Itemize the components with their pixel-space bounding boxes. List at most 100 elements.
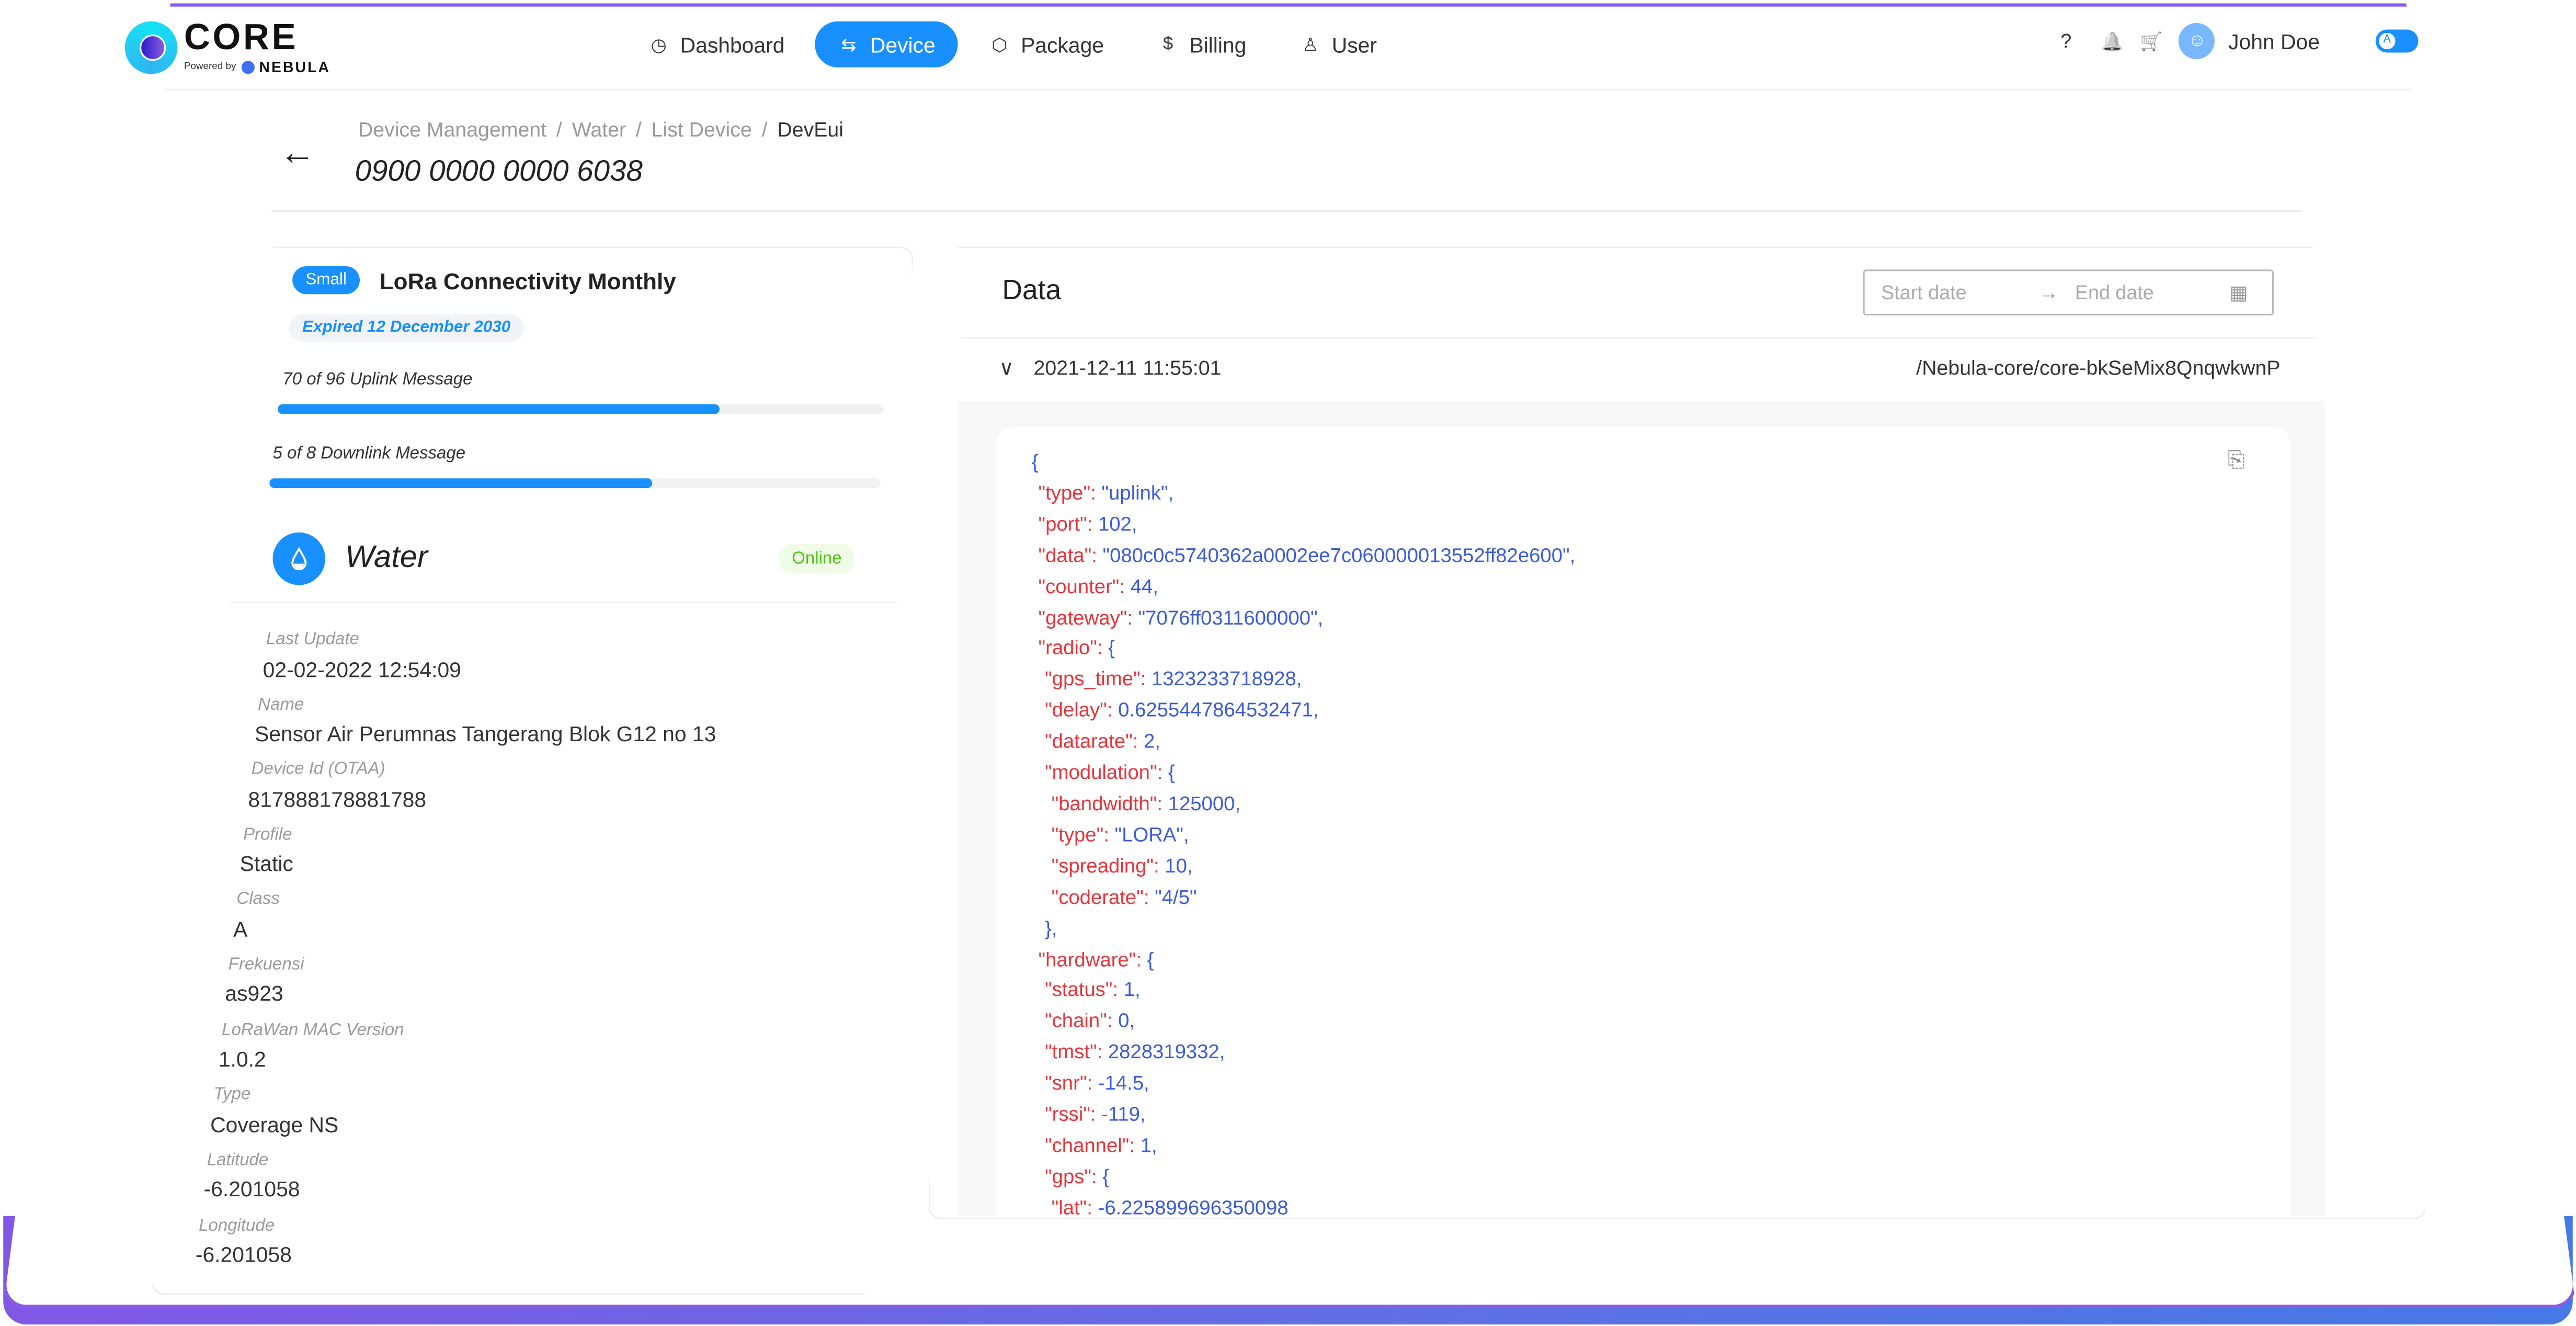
logo-subtitle: Powered by NEBULA (184, 59, 331, 76)
payload-punct: , (1129, 1009, 1135, 1033)
payload-colon: : (1119, 574, 1131, 598)
payload-punct: , (1144, 1071, 1149, 1095)
dashboard-icon: ◷ (651, 35, 667, 55)
payload-colon: : (1157, 761, 1168, 784)
payload-key: "counter" (1038, 574, 1120, 598)
data-panel-title: Data (1002, 274, 1062, 306)
water-drop-icon (272, 532, 326, 585)
payload-punct: , (1152, 1134, 1157, 1157)
user-menu[interactable]: ☺ John Doe (2179, 22, 2320, 60)
payload-colon: : (1127, 605, 1138, 629)
field-label: Type (213, 1084, 251, 1105)
payload-punct: , (1183, 823, 1189, 846)
copy-icon[interactable]: ⎘ (2228, 447, 2245, 473)
breadcrumb-device-management[interactable]: Device Management (358, 118, 546, 141)
header-tools: ? 🔔 🛒 ☺ John Doe (2060, 22, 2419, 60)
payload-punct: , (1131, 512, 1137, 536)
payload-colon: : (1097, 1040, 1108, 1064)
payload-line: { (1032, 447, 1575, 478)
payload-line: "tmst": 2828319332, (1032, 1037, 1575, 1068)
field-value-last-update: 02-02-2022 12:54:09 (263, 657, 461, 682)
payload-key: "snr" (1045, 1071, 1087, 1095)
payload-colon: : (1097, 637, 1109, 660)
payload-colon: : (1107, 698, 1119, 722)
nav-package[interactable]: ⬡ Package (965, 21, 1127, 67)
cart-icon[interactable]: 🛒 (2140, 30, 2162, 52)
payload-colon: : (1090, 481, 1102, 505)
date-range-picker[interactable]: Start date → End date ▦ (1863, 269, 2274, 316)
payload-line: "modulation": { (1032, 757, 1575, 788)
end-date-input[interactable]: End date (2075, 281, 2229, 304)
payload-colon: : (1087, 512, 1098, 536)
user-icon: ♙ (1302, 35, 1319, 55)
payload-value: 1 (1123, 978, 1135, 1002)
payload-key: "port" (1038, 512, 1087, 536)
package-name: LoRa Connectivity Monthly (379, 267, 676, 293)
payload-key: "hardware" (1038, 947, 1136, 971)
payload-key: "delay" (1045, 698, 1107, 722)
payload-key: "coderate" (1051, 885, 1144, 909)
payload-key: "spreading" (1051, 854, 1154, 877)
field-value-class: A (233, 917, 248, 942)
payload-line: "snr": -14.5, (1032, 1068, 1575, 1099)
payload-punct: , (1296, 667, 1302, 691)
payload-value: { (1108, 637, 1115, 660)
downlink-progress-bar (269, 478, 881, 489)
field-label: Device Id (OTAA) (251, 759, 385, 779)
payload-value: 1323233718928 (1151, 667, 1296, 691)
payload-line: "gps": { (1032, 1162, 1575, 1193)
payload-line: "chain": 0, (1032, 1006, 1575, 1037)
payload-line: "datarate": 2, (1032, 727, 1575, 757)
payload-line: "spreading": 10, (1032, 851, 1575, 882)
field-value-device-id: 817888178881788 (248, 787, 427, 812)
app-logo[interactable]: CORE Powered by NEBULA (124, 19, 331, 76)
main-nav: ◷ Dashboard ⇆ Device ⬡ Package $ Billing… (624, 21, 1400, 67)
payload-line: "hardware": { (1032, 944, 1575, 975)
downlink-progress-fill (269, 478, 652, 489)
payload-key: "gateway" (1038, 605, 1127, 629)
payload-colon: : (1091, 1164, 1103, 1188)
payload-punct: , (1187, 854, 1193, 877)
uplink-progress-fill (277, 404, 720, 414)
nav-dashboard[interactable]: ◷ Dashboard (624, 21, 808, 67)
payload-punct: , (1219, 1040, 1225, 1064)
payload-value: 1 (1140, 1134, 1152, 1157)
calendar-icon[interactable]: ▦ (2229, 281, 2248, 304)
payload-key: "bandwidth" (1051, 792, 1157, 815)
payload-line: }, (1032, 913, 1575, 944)
payload-key: "modulation" (1045, 761, 1157, 784)
payload-value: "7076ff0311600000" (1138, 605, 1318, 629)
start-date-input[interactable]: Start date (1881, 281, 2039, 304)
data-entry-path: /Nebula-core/core-bkSeMix8QnqwkwnP (1916, 356, 2281, 380)
bell-icon[interactable]: 🔔 (2101, 30, 2124, 52)
language-toggle[interactable] (2375, 29, 2419, 53)
payload-value: { (1102, 1164, 1110, 1188)
data-entry-toggle[interactable]: ∨ 2021-12-11 11:55:01 (999, 355, 1221, 380)
nav-device[interactable]: ⇆ Device (814, 21, 959, 67)
payload-colon: : (1140, 667, 1152, 691)
field-label: Frekuensi (228, 955, 304, 974)
payload-line: "gateway": "7076ff0311600000", (1032, 602, 1575, 633)
payload-line: "lat": -6.225899696350098 (1032, 1193, 1575, 1223)
payload-punct: , (1569, 543, 1576, 566)
breadcrumb-list-device[interactable]: List Device (652, 118, 752, 141)
payload-colon: : (1087, 1071, 1098, 1095)
breadcrumb-water[interactable]: Water (572, 118, 626, 141)
page-title: 0900 0000 0000 6038 (355, 154, 643, 188)
back-arrow-icon[interactable]: ← (279, 131, 315, 174)
chevron-down-icon: ∨ (999, 356, 1014, 380)
payload-value: "uplink" (1101, 481, 1168, 505)
payload-line: "radio": { (1032, 633, 1575, 664)
uplink-progress-bar (277, 404, 884, 414)
help-icon[interactable]: ? (2060, 30, 2071, 53)
nav-user[interactable]: ♙ User (1276, 21, 1400, 67)
payload-line: "gps_time": 1323233718928, (1032, 664, 1575, 695)
payload-value: 0 (1118, 1009, 1130, 1033)
payload-punct: , (1135, 978, 1141, 1002)
device-type-name: Water (345, 540, 428, 575)
payload-key: "radio" (1038, 637, 1097, 660)
field-label: LoRaWan MAC Version (222, 1020, 404, 1040)
field-value-frekuensi: as923 (225, 981, 283, 1006)
nav-billing[interactable]: $ Billing (1134, 21, 1270, 67)
field-label: Longitude (199, 1216, 275, 1236)
